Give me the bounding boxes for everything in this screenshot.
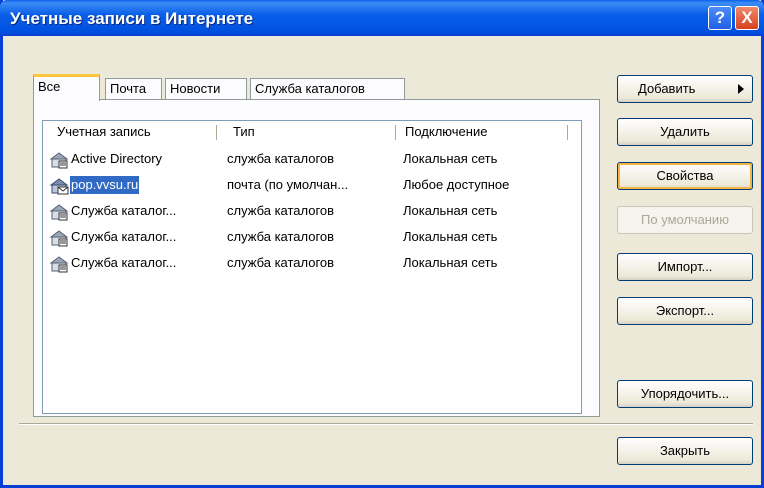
window-title: Учетные записи в Интернете [10,9,254,28]
account-type: служба каталогов [227,203,335,218]
account-name: pop.vvsu.ru [70,176,140,194]
set-default-button[interactable]: По умолчанию [617,206,753,234]
account-type: служба каталогов [227,151,335,166]
help-button[interactable]: ? [708,6,732,30]
account-name: Служба каталог... [71,203,177,218]
column-divider[interactable] [567,125,568,140]
tab-panel: Учетная запись Тип Подключение Active Di… [33,99,600,417]
list-item[interactable]: Служба каталог... служба каталогов Локал… [43,251,581,277]
account-connection: Локальная сеть [403,255,498,270]
order-button[interactable]: Упорядочить... [617,380,753,408]
delete-button[interactable]: Удалить [617,118,753,146]
column-account[interactable]: Учетная запись [51,121,151,143]
divider [19,423,753,425]
account-name: Служба каталог... [71,255,177,270]
list-item[interactable]: Служба каталог... служба каталогов Локал… [43,199,581,225]
column-connection[interactable]: Подключение [399,121,487,143]
directory-service-icon [49,204,69,221]
directory-service-icon [49,230,69,247]
account-connection: Любое доступное [403,177,510,192]
account-connection: Локальная сеть [403,203,498,218]
tab-all-label: Все [38,79,61,94]
tab-mail[interactable]: Почта [105,78,162,100]
list-item[interactable]: pop.vvsu.ru почта (по умолчан... Любое д… [43,173,581,199]
tab-news-label: Новости [170,81,221,96]
import-button[interactable]: Импорт... [617,253,753,281]
add-button-label: Добавить [638,81,696,96]
account-connection: Локальная сеть [403,229,498,244]
export-button[interactable]: Экспорт... [617,297,753,325]
close-button[interactable]: Закрыть [617,437,753,465]
tab-mail-label: Почта [110,81,147,96]
directory-service-icon [49,256,69,273]
tab-directory-service-label: Служба каталогов [255,81,365,96]
column-divider[interactable] [395,125,396,140]
account-type: служба каталогов [227,255,335,270]
tab-all[interactable]: Все [33,74,100,101]
account-name: Active Directory [71,151,163,166]
title-bar[interactable]: Учетные записи в Интернете ? X [0,0,764,36]
tab-news[interactable]: Новости [165,78,247,100]
directory-service-icon [49,152,69,169]
list-header: Учетная запись Тип Подключение [43,121,581,143]
accounts-dialog: Учетные записи в Интернете ? X Все Почта… [0,0,764,488]
list-item[interactable]: Active Directory служба каталогов Локаль… [43,147,581,173]
mail-account-icon [49,178,69,195]
add-button[interactable]: Добавить [617,75,753,103]
column-type[interactable]: Тип [227,121,255,143]
accounts-list[interactable]: Учетная запись Тип Подключение Active Di… [42,120,582,414]
close-window-button[interactable]: X [735,6,759,30]
account-type: служба каталогов [227,229,335,244]
account-name: Служба каталог... [71,229,177,244]
menu-arrow-icon [738,84,744,94]
properties-button[interactable]: Свойства [617,162,753,190]
account-connection: Локальная сеть [403,151,498,166]
list-item[interactable]: Служба каталог... служба каталогов Локал… [43,225,581,251]
account-type: почта (по умолчан... [227,177,349,192]
tab-directory-service[interactable]: Служба каталогов [250,78,405,100]
column-divider[interactable] [216,125,217,140]
